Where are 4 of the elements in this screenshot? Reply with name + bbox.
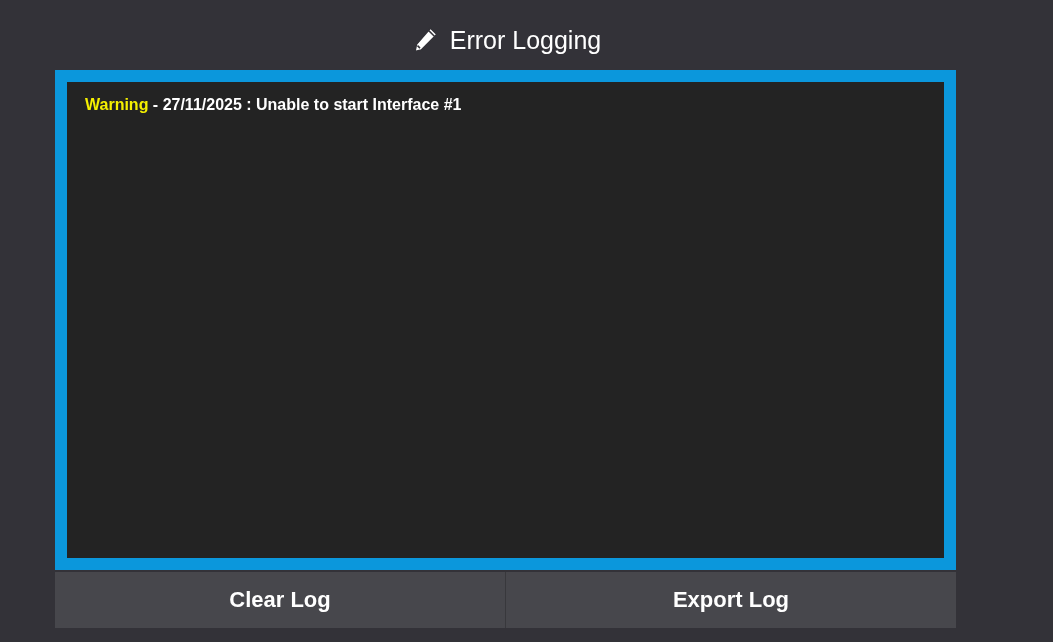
log-button[interactable]: Export Log (505, 572, 956, 628)
log-entry: Warning - 27/11/2025 : Unable to start Interface #1 (85, 96, 463, 114)
panel-title: Error Logging (449, 25, 602, 55)
log-button[interactable]: Clear Log (55, 572, 505, 628)
